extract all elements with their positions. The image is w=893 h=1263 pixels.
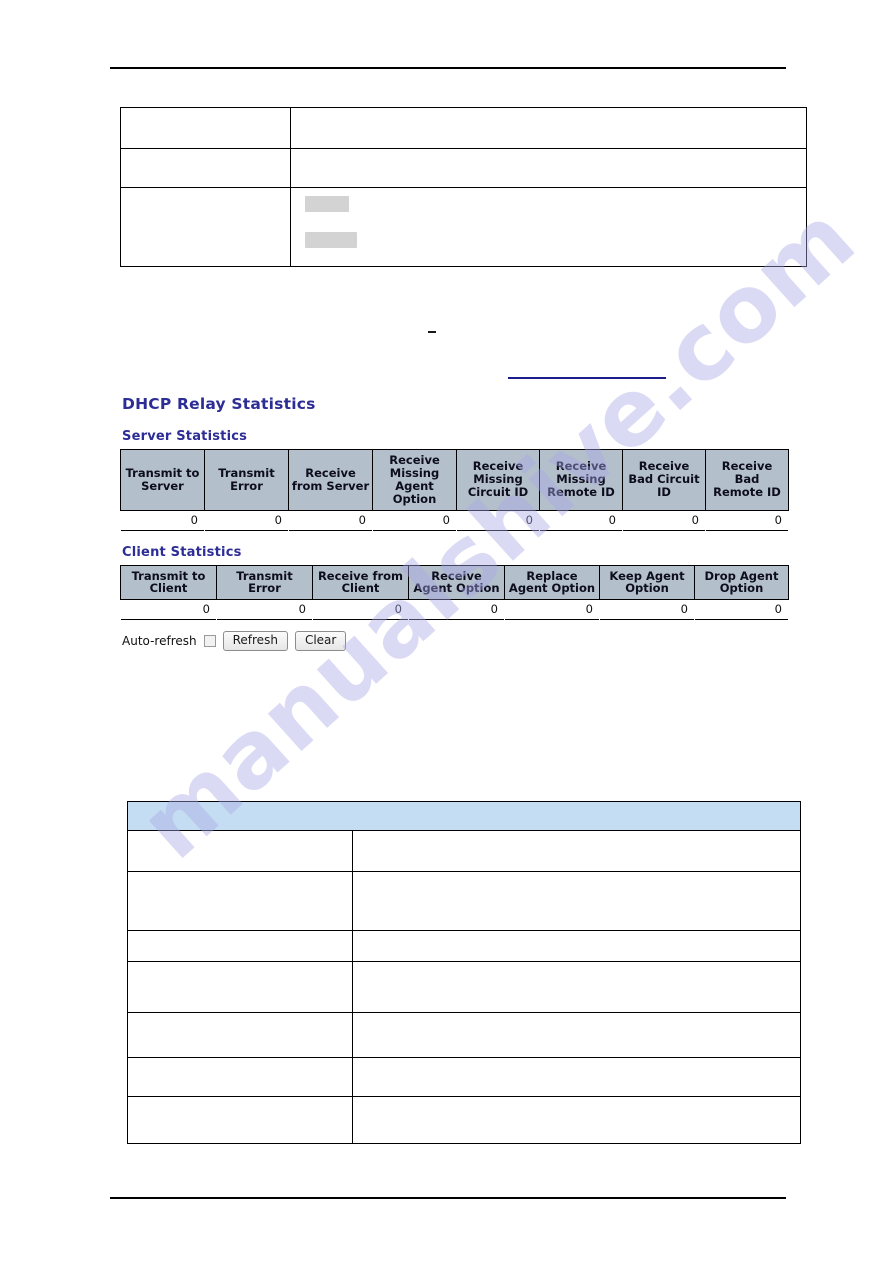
table-cell-value xyxy=(352,1012,801,1058)
cell-transmit-error: 0 xyxy=(216,599,313,620)
page-header-rule xyxy=(110,67,786,69)
cell-replace-agent-option: 0 xyxy=(504,599,600,620)
statistics-toolbar: Auto-refresh Refresh Clear xyxy=(122,631,800,652)
table-cell-value xyxy=(290,187,807,267)
column-header-receive-from-client: Receive from Client xyxy=(312,565,409,601)
table-cell-label xyxy=(120,107,291,149)
auto-refresh-label: Auto-refresh xyxy=(122,634,197,649)
table-cell-label xyxy=(127,1012,353,1058)
column-header-transmit-to-server: Transmit to Server xyxy=(120,449,205,511)
table-row xyxy=(127,1057,801,1097)
clear-button[interactable]: Clear xyxy=(294,631,347,652)
cell-receive-missing-circuit-id: 0 xyxy=(456,510,540,530)
column-header-replace-agent-option: Replace Agent Option xyxy=(504,565,600,601)
table-cell-label xyxy=(120,148,291,188)
cell-receive-missing-remote-id: 0 xyxy=(539,510,623,530)
table-header-row: Transmit to Client Transmit Error Receiv… xyxy=(120,565,789,601)
table-cell-value xyxy=(352,1096,801,1144)
table-cell-value xyxy=(352,830,801,872)
table-cell-value xyxy=(352,961,801,1013)
server-statistics-heading: Server Statistics xyxy=(122,429,248,444)
column-header-receive-agent-option: Receive Agent Option xyxy=(408,565,505,601)
table-row: 0 0 0 0 0 0 0 xyxy=(120,599,789,620)
cell-receive-bad-remote-id: 0 xyxy=(705,510,789,530)
column-header-receive-missing-remote-id: Receive Missing Remote ID xyxy=(539,449,623,511)
table-row xyxy=(120,148,807,188)
table-row xyxy=(127,1012,801,1058)
table-cell-label xyxy=(127,961,353,1013)
table-band-header-row xyxy=(127,801,801,831)
cell-receive-bad-circuit-id: 0 xyxy=(622,510,706,530)
top-description-table xyxy=(120,107,807,267)
table-cell-value xyxy=(352,1057,801,1097)
stray-dash-mark xyxy=(428,331,436,333)
refresh-button[interactable]: Refresh xyxy=(222,631,288,652)
table-cell-value xyxy=(290,107,807,149)
table-row xyxy=(127,1096,801,1144)
table-row xyxy=(120,107,807,149)
column-header-drop-agent-option: Drop Agent Option xyxy=(694,565,789,601)
table-row xyxy=(127,930,801,962)
table-cell-label xyxy=(127,930,353,962)
table-row xyxy=(127,830,801,872)
cell-keep-agent-option: 0 xyxy=(599,599,695,620)
client-statistics-table: Transmit to Client Transmit Error Receiv… xyxy=(120,564,789,621)
column-header-receive-bad-remote-id: Receive Bad Remote ID xyxy=(705,449,789,511)
table-row xyxy=(127,961,801,1013)
table-cell-label xyxy=(127,1096,353,1144)
cell-receive-missing-agent-option: 0 xyxy=(372,510,457,530)
cell-transmit-to-server: 0 xyxy=(120,510,205,530)
client-statistics-heading: Client Statistics xyxy=(122,544,242,560)
page-footer-rule xyxy=(110,1197,786,1199)
table-cell-label xyxy=(127,871,353,931)
blue-underline-rule xyxy=(508,377,666,379)
column-header-receive-missing-circuit-id: Receive Missing Circuit ID xyxy=(456,449,540,511)
table-cell-label xyxy=(120,187,291,267)
column-header-keep-agent-option: Keep Agent Option xyxy=(599,565,695,601)
table-cell-label xyxy=(127,830,353,872)
bottom-description-table xyxy=(127,801,801,1144)
server-statistics-table: Transmit to Server Transmit Error Receiv… xyxy=(120,449,789,531)
cell-receive-agent-option: 0 xyxy=(408,599,505,620)
cell-transmit-error: 0 xyxy=(204,510,289,530)
auto-refresh-checkbox[interactable] xyxy=(203,635,216,648)
column-header-transmit-error: Transmit Error xyxy=(204,449,289,511)
table-row xyxy=(127,871,801,931)
page-title: DHCP Relay Statistics xyxy=(122,395,316,413)
table-cell-value xyxy=(352,871,801,931)
redacted-placeholder-box xyxy=(305,196,349,212)
table-cell-value xyxy=(290,148,807,188)
column-header-transmit-to-client: Transmit to Client xyxy=(120,565,217,601)
column-header-transmit-error: Transmit Error xyxy=(216,565,313,601)
document-page: DHCP Relay Statistics Server Statistics … xyxy=(0,0,893,1263)
table-cell-label xyxy=(127,1057,353,1097)
cell-drop-agent-option: 0 xyxy=(694,599,789,620)
column-header-receive-bad-circuit-id: Receive Bad Circuit ID xyxy=(622,449,706,511)
cell-transmit-to-client: 0 xyxy=(120,599,217,620)
redacted-placeholder-box xyxy=(305,232,357,248)
dhcp-relay-statistics-screenshot: DHCP Relay Statistics Server Statistics … xyxy=(120,395,800,652)
column-header-receive-from-server: Receive from Server xyxy=(288,449,373,511)
column-header-receive-missing-agent-option: Receive Missing Agent Option xyxy=(372,449,457,511)
table-cell-value xyxy=(352,930,801,962)
cell-receive-from-server: 0 xyxy=(288,510,373,530)
table-header-row: Transmit to Server Transmit Error Receiv… xyxy=(120,449,789,511)
table-band-header-cell xyxy=(127,801,801,831)
table-row: 0 0 0 0 0 0 0 0 xyxy=(120,510,789,530)
cell-receive-from-client: 0 xyxy=(312,599,409,620)
table-row xyxy=(120,187,807,267)
